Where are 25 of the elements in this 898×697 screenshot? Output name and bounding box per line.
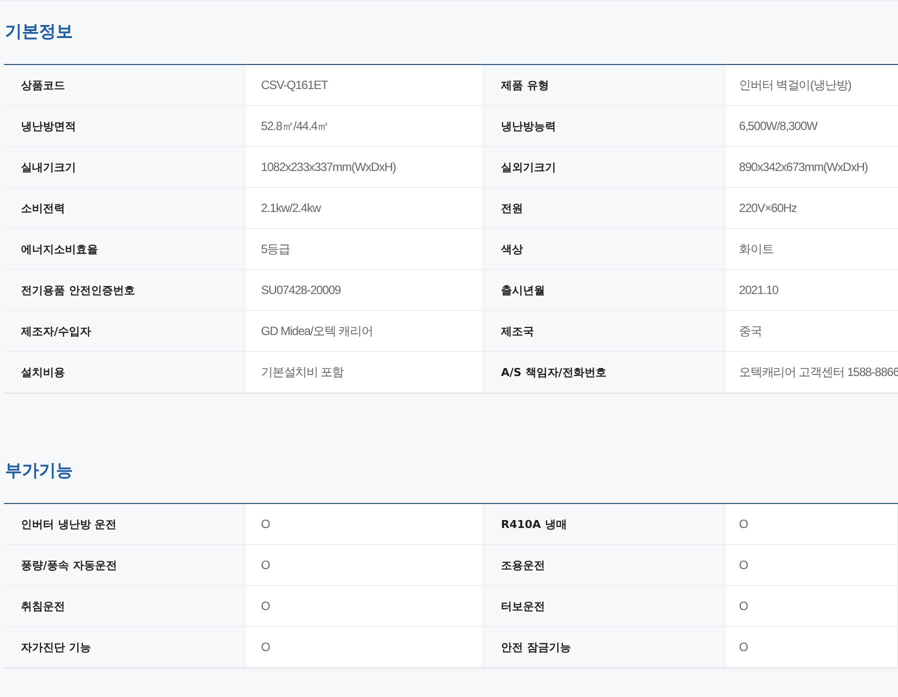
spec-value: GD Midea/오텍 캐리어 [244, 311, 484, 352]
spec-value: O [724, 504, 898, 545]
spec-value: O [244, 627, 484, 668]
spec-value: 기본설치비 포함 [244, 352, 484, 393]
section-title: 기본정보 [5, 21, 74, 44]
spec-value: 2.1kw/2.4kw [244, 188, 484, 229]
spec-value: 화이트 [724, 229, 898, 270]
spec-value: 5등급 [244, 229, 484, 270]
spec-value: SU07428-20009 [244, 270, 484, 311]
spec-value: O [244, 504, 484, 545]
spec-value: O [724, 586, 898, 627]
spec-value: 6,500W/8,300W [724, 106, 898, 147]
spec-value: 중국 [724, 311, 898, 352]
spec-value: 2021.10 [724, 270, 898, 311]
spec-value: 인버터 벽걸이(냉난방) [724, 65, 898, 106]
spec-value: O [724, 627, 898, 668]
spec-value: O [244, 545, 484, 586]
spec-value: CSV-Q161ET [244, 65, 484, 106]
spec-value: 220V×60Hz [724, 188, 898, 229]
spec-value: 890x342x673mm(WxDxH) [724, 147, 898, 188]
spec-value: 52.8㎡/44.4㎡ [244, 106, 484, 147]
section-title: 부가기능 [5, 460, 74, 483]
spec-value: O [724, 545, 898, 586]
spec-value: 1082x233x337mm(WxDxH) [244, 147, 484, 188]
spec-value: O [244, 586, 484, 627]
